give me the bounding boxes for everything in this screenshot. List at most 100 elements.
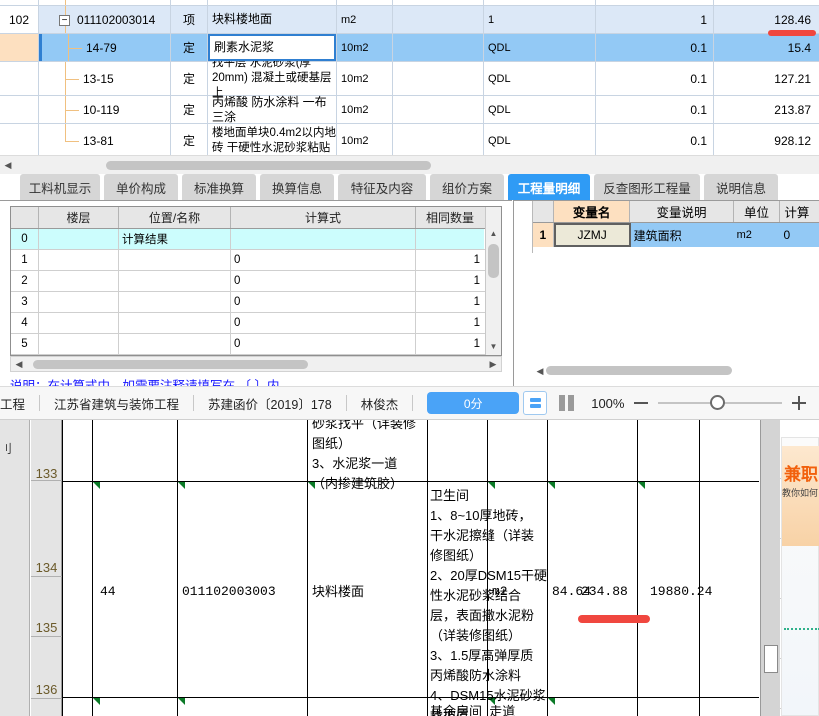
document-vscrollbar[interactable] [760, 420, 780, 716]
cell-same-qty[interactable]: 1 [416, 250, 484, 270]
row-code-cell[interactable]: 10-119 [39, 96, 171, 123]
row-name[interactable]: 楼地面单块0.4m2以内地砖 干硬性水泥砂浆粘贴 [208, 124, 337, 155]
cell-floor[interactable] [39, 292, 119, 312]
table-row[interactable]: 102 − 011102003014 项 块料楼地面 m2 1 1 128.46 [0, 6, 819, 36]
table-row[interactable]: 2 0 1 [11, 271, 501, 292]
row-code-cell[interactable]: 13-81 [39, 124, 171, 155]
score-button[interactable]: 0分 [427, 392, 520, 414]
cell-position[interactable] [119, 334, 231, 354]
zoom-out-icon[interactable] [634, 402, 649, 404]
cell-formula[interactable]: 0 [231, 250, 416, 270]
hscroll-thumb[interactable] [33, 360, 308, 369]
cell-same-qty[interactable]: 1 [416, 292, 484, 312]
scroll-down-icon[interactable]: ▼ [486, 342, 501, 355]
cell-note-marker-icon [548, 698, 555, 705]
row-number[interactable]: 133 [31, 466, 62, 481]
table-row[interactable]: 1 JZMJ 建筑面积 m2 0 [533, 223, 819, 247]
cell-variable-desc[interactable]: 建筑面积 [630, 223, 734, 247]
hscroll-track[interactable] [16, 160, 819, 170]
tab-tezheng[interactable]: 特征及内容 [338, 174, 426, 200]
row-code-cell[interactable]: − 011102003014 [39, 6, 171, 33]
tab-fancha[interactable]: 反查图形工程量 [594, 174, 700, 200]
tab-biaozhun[interactable]: 标准换算 [182, 174, 256, 200]
detail-tabbar[interactable]: 工料机显示 单价构成 标准换算 换算信息 特征及内容 组价方案 工程量明细 反查… [0, 174, 819, 200]
tab-gongchengliang-mingxi[interactable]: 工程量明细 [508, 174, 590, 200]
scroll-up-icon[interactable]: ▲ [486, 229, 501, 242]
cell-same-qty[interactable]: 1 [416, 313, 484, 333]
cell-position[interactable]: 计算结果 [119, 229, 231, 249]
row-number[interactable]: 136 [31, 682, 62, 697]
expander-collapse-icon[interactable]: − [59, 14, 70, 26]
calc-grid-vscrollbar[interactable]: ▲ ▼ [485, 207, 501, 355]
cell-position[interactable] [119, 292, 231, 312]
row-name-editor[interactable]: 刷素水泥浆 [208, 34, 337, 61]
ad-card[interactable]: 兼职 教你如何 [781, 437, 819, 716]
table-row[interactable]: 13-81 定 楼地面单块0.4m2以内地砖 干硬性水泥砂浆粘贴 10m2 QD… [0, 124, 819, 155]
cell-floor[interactable] [39, 313, 119, 333]
table-row[interactable]: 1 0 1 [11, 250, 501, 271]
cell-position[interactable] [119, 250, 231, 270]
hscroll-thumb[interactable] [546, 366, 732, 375]
cell-formula[interactable]: 0 [231, 313, 416, 333]
cell-floor[interactable] [39, 271, 119, 291]
row-name[interactable]: 找平层 水泥砂浆(厚20mm) 混凝土或硬基层上 [208, 57, 337, 99]
cell-floor[interactable] [39, 229, 119, 249]
tab-danjia[interactable]: 单价构成 [104, 174, 178, 200]
cell-variable-name[interactable]: JZMJ [553, 223, 631, 247]
layout-columns-icon[interactable] [559, 395, 577, 411]
layout-rows-icon[interactable] [523, 391, 548, 415]
scroll-right-icon[interactable]: ▶ [485, 359, 501, 370]
advertisement-panel[interactable]: 兼职 教你如何 [781, 425, 819, 716]
document-spreadsheet[interactable]: 刂 133 134 135 136 砂浆找平（详装修 图纸） 3、水泥浆一道 （… [0, 420, 819, 716]
cell-position[interactable] [119, 313, 231, 333]
row-name[interactable]: 丙烯酸 防水涂料 一布三涂 [208, 95, 337, 124]
table-row[interactable]: 0 计算结果 [11, 229, 501, 250]
name-input[interactable]: 刷素水泥浆 [208, 34, 336, 61]
tab-gongliaoji[interactable]: 工料机显示 [20, 174, 100, 200]
zoom-slider-knob[interactable] [710, 395, 726, 410]
calc-grid-hscrollbar[interactable]: ◀ ▶ [10, 356, 502, 372]
row-code-cell[interactable]: 13-15 [39, 62, 171, 95]
bill-of-quantities-grid[interactable]: 102 − 011102003014 项 块料楼地面 m2 1 1 128.46 [0, 0, 819, 155]
row-expr: 1 [484, 6, 596, 33]
row-code-cell[interactable]: 14-79 [39, 34, 171, 61]
row-number-column[interactable]: 133 134 135 136 [31, 420, 62, 716]
zoom-slider[interactable] [658, 395, 783, 410]
tab-shuoming[interactable]: 说明信息 [704, 174, 778, 200]
column-border [547, 420, 548, 716]
row-number[interactable]: 134 [31, 560, 62, 575]
zoom-in-icon[interactable] [792, 396, 807, 410]
vscroll-thumb[interactable] [488, 244, 499, 278]
cell-same-qty[interactable]: 1 [416, 334, 484, 354]
cell-formula[interactable]: 0 [231, 271, 416, 291]
top-grid-hscrollbar[interactable]: ◀ [0, 155, 819, 174]
cell-formula[interactable]: 0 [231, 292, 416, 312]
table-row[interactable]: 5 0 1 [11, 334, 501, 355]
row-name[interactable]: 块料楼地面 [208, 6, 337, 33]
cell-floor[interactable] [39, 250, 119, 270]
hscroll-thumb[interactable] [106, 160, 431, 170]
scroll-left-icon[interactable]: ◀ [11, 359, 27, 370]
spreadsheet-cells[interactable]: 砂浆找平（详装修 图纸） 3、水泥浆一道 （内掺建筑胶） 44 01110200… [62, 420, 819, 716]
cell-calc[interactable]: 0 [780, 223, 819, 247]
cell-floor[interactable] [39, 334, 119, 354]
cell-position[interactable] [119, 271, 231, 291]
cell-formula[interactable] [231, 229, 416, 249]
cell-same-qty[interactable]: 1 [416, 271, 484, 291]
tab-huansuan-info[interactable]: 换算信息 [260, 174, 334, 200]
cell-formula[interactable]: 0 [231, 334, 416, 354]
table-row-selected[interactable]: 14-79 定 刷素水泥浆 10m2 QDL 0.1 15.4 [0, 34, 819, 62]
vscroll-thumb[interactable] [764, 645, 778, 673]
row-qty: 1 [596, 6, 714, 33]
table-row[interactable]: 4 0 1 [11, 313, 501, 334]
row-number[interactable]: 135 [31, 620, 62, 635]
row-blank [393, 6, 484, 33]
scroll-left-icon[interactable]: ◀ [0, 160, 16, 171]
table-row[interactable]: 13-15 定 找平层 水泥砂浆(厚20mm) 混凝土或硬基层上 10m2 QD… [0, 57, 819, 99]
calculation-grid[interactable]: 楼层 位置/名称 计算式 相同数量 0 计算结果 1 0 1 2 0 1 3 0… [10, 206, 502, 356]
cell-same-qty[interactable] [416, 229, 484, 249]
table-row[interactable]: 3 0 1 [11, 292, 501, 313]
tab-zujia[interactable]: 组价方案 [430, 174, 504, 200]
table-row[interactable]: 10-119 定 丙烯酸 防水涂料 一布三涂 10m2 QDL 0.1 213.… [0, 95, 819, 124]
variable-grid-hscrollbar[interactable]: ◀ [532, 364, 819, 378]
